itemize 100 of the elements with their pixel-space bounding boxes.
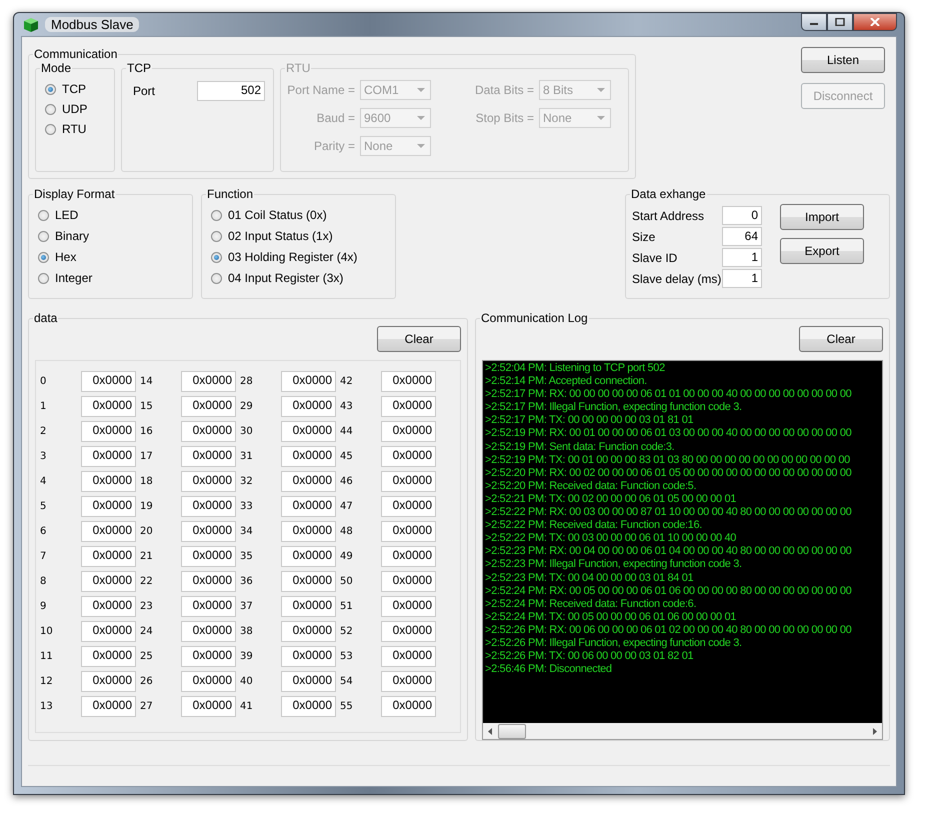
register-value[interactable]: 0x0000 bbox=[281, 596, 336, 617]
register-value[interactable]: 0x0000 bbox=[381, 546, 436, 567]
register-value[interactable]: 0x0000 bbox=[281, 696, 336, 717]
register-value[interactable]: 0x0000 bbox=[81, 496, 136, 517]
register-value[interactable]: 0x0000 bbox=[281, 421, 336, 442]
register-value[interactable]: 0x0000 bbox=[181, 521, 236, 542]
register-value[interactable]: 0x0000 bbox=[181, 596, 236, 617]
register-value[interactable]: 0x0000 bbox=[381, 396, 436, 417]
number-field[interactable]: 1 bbox=[722, 269, 762, 288]
register-value[interactable]: 0x0000 bbox=[281, 396, 336, 417]
register-address: 54 bbox=[340, 676, 354, 687]
radio-option[interactable]: Hex bbox=[38, 250, 186, 264]
register-value[interactable]: 0x0000 bbox=[381, 571, 436, 592]
register-value[interactable]: 0x0000 bbox=[81, 596, 136, 617]
register-address: 17 bbox=[140, 451, 154, 462]
register-value[interactable]: 0x0000 bbox=[281, 571, 336, 592]
register-value[interactable]: 0x0000 bbox=[81, 521, 136, 542]
register-address: 43 bbox=[340, 401, 354, 412]
register-value[interactable]: 0x0000 bbox=[81, 446, 136, 467]
register-value[interactable]: 0x0000 bbox=[181, 646, 236, 667]
register-value[interactable]: 0x0000 bbox=[381, 621, 436, 642]
register-value[interactable]: 0x0000 bbox=[381, 471, 436, 492]
connection-button[interactable]: Listen bbox=[801, 47, 885, 73]
register-value[interactable]: 0x0000 bbox=[181, 671, 236, 692]
right-arrow-icon[interactable] bbox=[873, 728, 877, 734]
close-button[interactable] bbox=[853, 13, 897, 31]
radio-option[interactable]: Binary bbox=[38, 229, 186, 243]
number-field[interactable]: 64 bbox=[722, 227, 762, 246]
register-value[interactable]: 0x0000 bbox=[81, 646, 136, 667]
register-value[interactable]: 0x0000 bbox=[381, 371, 436, 392]
register-address: 39 bbox=[240, 651, 254, 662]
register-address: 16 bbox=[140, 426, 154, 437]
register-value[interactable]: 0x0000 bbox=[181, 446, 236, 467]
register-value[interactable]: 0x0000 bbox=[381, 696, 436, 717]
radio-option[interactable]: RTU bbox=[45, 122, 108, 136]
register-value[interactable]: 0x0000 bbox=[81, 396, 136, 417]
minimize-button[interactable] bbox=[801, 13, 827, 31]
action-button[interactable]: Import bbox=[780, 204, 864, 230]
register-value[interactable]: 0x0000 bbox=[281, 371, 336, 392]
register-value[interactable]: 0x0000 bbox=[381, 596, 436, 617]
register-address: 23 bbox=[140, 601, 154, 612]
scroll-thumb[interactable] bbox=[498, 724, 526, 738]
number-field[interactable]: 1 bbox=[722, 248, 762, 267]
port-field[interactable]: 502 bbox=[197, 81, 265, 101]
log-line: >2:52:23 PM: RX: 00 04 00 00 00 06 01 04 00 00 00 40 80 00 00 00 00 00 00 00 bbox=[485, 545, 852, 558]
register-value[interactable]: 0x0000 bbox=[381, 446, 436, 467]
radio-option[interactable]: 02 Input Status (1x) bbox=[211, 229, 389, 243]
window-title: Modbus Slave bbox=[45, 17, 140, 32]
register-address: 19 bbox=[140, 501, 154, 512]
register-value[interactable]: 0x0000 bbox=[81, 671, 136, 692]
register-value[interactable]: 0x0000 bbox=[81, 421, 136, 442]
register-value[interactable]: 0x0000 bbox=[181, 621, 236, 642]
clear-button[interactable]: Clear bbox=[377, 326, 461, 352]
register-value[interactable]: 0x0000 bbox=[181, 471, 236, 492]
register-address: 9 bbox=[40, 601, 48, 612]
radio-option[interactable]: 04 Input Register (3x) bbox=[211, 271, 389, 285]
group-title: Mode bbox=[40, 61, 72, 75]
register-value[interactable]: 0x0000 bbox=[181, 696, 236, 717]
register-value[interactable]: 0x0000 bbox=[381, 496, 436, 517]
radio-option[interactable]: 03 Holding Register (4x) bbox=[211, 250, 389, 264]
register-value[interactable]: 0x0000 bbox=[81, 546, 136, 567]
register-value[interactable]: 0x0000 bbox=[81, 621, 136, 642]
register-value[interactable]: 0x0000 bbox=[181, 571, 236, 592]
action-button[interactable]: Export bbox=[780, 238, 864, 264]
register-value[interactable]: 0x0000 bbox=[181, 371, 236, 392]
register-value[interactable]: 0x0000 bbox=[281, 646, 336, 667]
register-value[interactable]: 0x0000 bbox=[181, 496, 236, 517]
log-line: >2:52:23 PM: TX: 00 04 00 00 00 03 01 84 01 bbox=[485, 572, 694, 585]
register-value[interactable]: 0x0000 bbox=[281, 546, 336, 567]
register-value[interactable]: 0x0000 bbox=[281, 521, 336, 542]
register-value[interactable]: 0x0000 bbox=[281, 496, 336, 517]
register-value[interactable]: 0x0000 bbox=[281, 446, 336, 467]
register-address: 52 bbox=[340, 626, 354, 637]
register-value[interactable]: 0x0000 bbox=[81, 471, 136, 492]
radio-option[interactable]: Integer bbox=[38, 271, 186, 285]
radio-option[interactable]: 01 Coil Status (0x) bbox=[211, 208, 389, 222]
register-value[interactable]: 0x0000 bbox=[81, 696, 136, 717]
maximize-button[interactable] bbox=[827, 13, 853, 31]
number-field[interactable]: 0 bbox=[722, 206, 762, 225]
register-value[interactable]: 0x0000 bbox=[281, 471, 336, 492]
left-arrow-icon[interactable] bbox=[488, 728, 492, 734]
clear-button[interactable]: Clear bbox=[799, 326, 883, 352]
register-value[interactable]: 0x0000 bbox=[281, 621, 336, 642]
radio-option[interactable]: UDP bbox=[45, 102, 108, 116]
radio-option[interactable]: LED bbox=[38, 208, 186, 222]
register-value[interactable]: 0x0000 bbox=[381, 521, 436, 542]
register-value[interactable]: 0x0000 bbox=[381, 671, 436, 692]
register-value[interactable]: 0x0000 bbox=[81, 571, 136, 592]
register-value[interactable]: 0x0000 bbox=[181, 421, 236, 442]
register-value[interactable]: 0x0000 bbox=[181, 546, 236, 567]
register-value[interactable]: 0x0000 bbox=[281, 671, 336, 692]
register-value[interactable]: 0x0000 bbox=[381, 646, 436, 667]
register-value[interactable]: 0x0000 bbox=[181, 396, 236, 417]
register-address: 25 bbox=[140, 651, 154, 662]
radio-option[interactable]: TCP bbox=[45, 82, 108, 96]
register-address: 35 bbox=[240, 551, 254, 562]
register-value[interactable]: 0x0000 bbox=[81, 371, 136, 392]
register-value[interactable]: 0x0000 bbox=[381, 421, 436, 442]
log-line: >2:52:26 PM: Illegal Function, expecting function code 3. bbox=[485, 636, 743, 650]
field-label: Baud = bbox=[316, 111, 355, 125]
